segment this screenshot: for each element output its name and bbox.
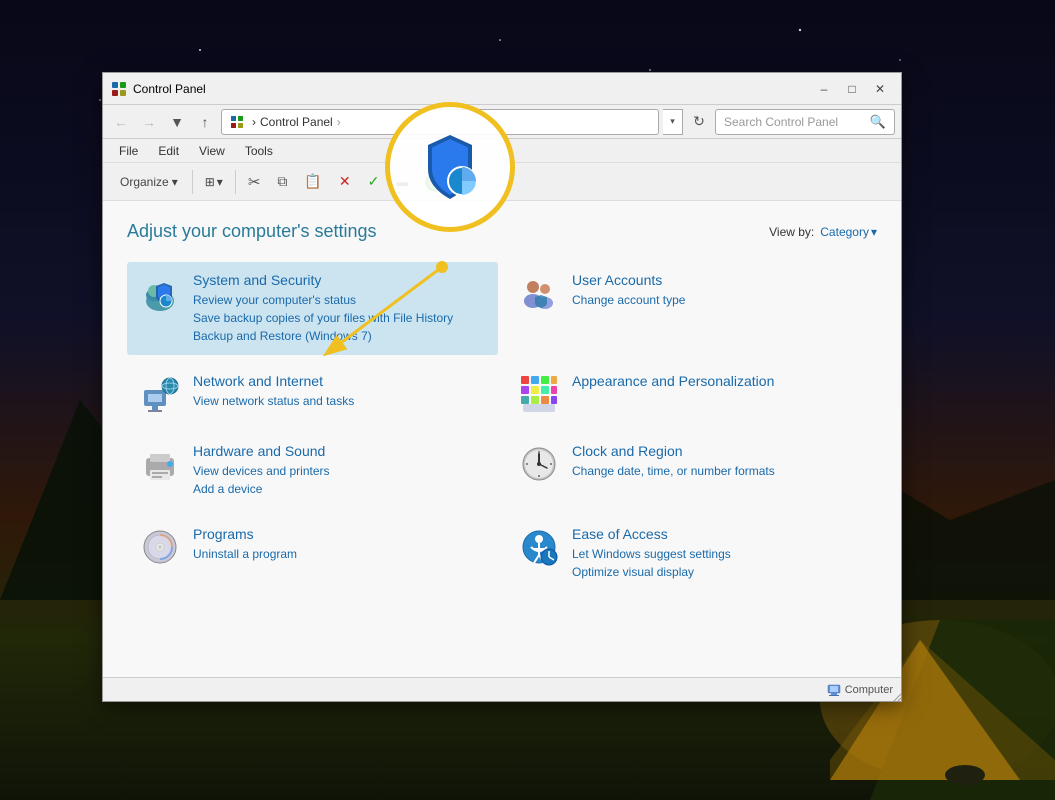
content-header: Adjust your computer's settings View by:… [127,221,877,242]
delete-button[interactable]: ✕ [332,167,358,197]
programs-content: Programs Uninstall a program [193,526,486,563]
content-title: Adjust your computer's settings [127,221,377,242]
breadcrumb-end: › [337,115,341,129]
hardware-link-2[interactable]: Add a device [193,480,486,498]
copy-button[interactable]: ⧉ [270,167,294,197]
categories-grid: System and Security Review your computer… [127,262,877,591]
content-area: Adjust your computer's settings View by:… [103,201,901,677]
appearance-content: Appearance and Personalization [572,373,865,392]
system-security-link-1[interactable]: Review your computer's status [193,291,486,309]
toolbar-separator-1 [192,170,193,194]
view-by-value[interactable]: Category ▾ [820,225,877,239]
cut-button[interactable]: ✂ [241,167,268,197]
organize-button[interactable]: Organize ▾ [111,167,187,197]
category-network-internet[interactable]: Network and Internet View network status… [127,363,498,425]
view-by-arrow: ▾ [871,225,877,239]
close-button[interactable]: ✕ [867,76,893,102]
forward-button[interactable]: → [137,110,161,134]
view-by-label: View by: [769,225,814,239]
network-title[interactable]: Network and Internet [193,373,486,389]
back-button[interactable]: ← [109,110,133,134]
search-icon: 🔍 [870,114,886,130]
system-security-link-3[interactable]: Backup and Restore (Windows 7) [193,327,486,345]
hardware-link-1[interactable]: View devices and printers [193,462,486,480]
user-accounts-link-1[interactable]: Change account type [572,291,865,309]
system-security-link-2[interactable]: Save backup copies of your files with Fi… [193,309,486,327]
organize-label: Organize [120,175,169,189]
view-arrow: ▾ [217,175,223,189]
menu-tools[interactable]: Tools [237,142,281,160]
search-field[interactable]: Search Control Panel 🔍 [715,109,895,135]
hardware-content: Hardware and Sound View devices and prin… [193,443,486,498]
window-icon [111,81,127,97]
paste-button[interactable]: 📋 [297,167,328,197]
search-placeholder: Search Control Panel [724,115,866,129]
properties-button[interactable]: ✓ [361,167,387,197]
clock-region-icon [518,443,560,485]
category-clock-region[interactable]: Clock and Region Change date, time, or n… [506,433,877,508]
minimize-button[interactable]: – [811,76,837,102]
callout-circle [385,102,515,232]
computer-icon [827,684,841,696]
status-text: Computer [845,684,893,696]
category-user-accounts[interactable]: User Accounts Change account type [506,262,877,355]
category-ease-access[interactable]: Ease of Access Let Windows suggest setti… [506,516,877,591]
category-hardware-sound[interactable]: Hardware and Sound View devices and prin… [127,433,498,508]
callout-shield-icon [410,127,490,207]
programs-title[interactable]: Programs [193,526,486,542]
ease-access-content: Ease of Access Let Windows suggest setti… [572,526,865,581]
ease-access-link-2[interactable]: Optimize visual display [572,563,865,581]
maximize-button[interactable]: □ [839,76,865,102]
window-controls: – □ ✕ [811,76,893,102]
organize-arrow: ▾ [172,175,178,189]
network-content: Network and Internet View network status… [193,373,486,410]
view-icon: ⊞ [205,175,215,189]
refresh-button[interactable]: ↻ [687,110,711,134]
breadcrumb-path: Control Panel [260,115,333,129]
status-computer: Computer [827,684,893,696]
title-bar: Control Panel – □ ✕ [103,73,901,105]
resize-handle[interactable] [889,689,901,701]
category-system-security[interactable]: System and Security Review your computer… [127,262,498,355]
programs-link-1[interactable]: Uninstall a program [193,545,486,563]
ease-access-title[interactable]: Ease of Access [572,526,865,542]
clock-content: Clock and Region Change date, time, or n… [572,443,865,480]
network-link-1[interactable]: View network status and tasks [193,392,486,410]
menu-file[interactable]: File [111,142,146,160]
system-security-content: System and Security Review your computer… [193,272,486,345]
view-by-control: View by: Category ▾ [769,225,877,239]
appearance-title[interactable]: Appearance and Personalization [572,373,865,389]
category-appearance[interactable]: Appearance and Personalization [506,363,877,425]
programs-icon [139,526,181,568]
category-programs[interactable]: Programs Uninstall a program [127,516,498,591]
toolbar-separator-2 [235,170,236,194]
breadcrumb-separator: › [252,115,256,129]
menu-edit[interactable]: Edit [150,142,187,160]
system-security-title[interactable]: System and Security [193,272,486,288]
user-accounts-icon [518,272,560,314]
system-security-icon [139,272,181,314]
menu-view[interactable]: View [191,142,233,160]
window-title: Control Panel [133,82,811,96]
appearance-icon [518,373,560,415]
hardware-title[interactable]: Hardware and Sound [193,443,486,459]
hardware-sound-icon [139,443,181,485]
history-button[interactable]: ▼ [165,110,189,134]
view-button[interactable]: ⊞ ▾ [198,167,230,197]
user-accounts-title[interactable]: User Accounts [572,272,865,288]
up-button[interactable]: ↑ [193,110,217,134]
address-dropdown[interactable]: ▾ [663,109,683,135]
clock-title[interactable]: Clock and Region [572,443,865,459]
status-bar: Computer [103,677,901,701]
clock-link-1[interactable]: Change date, time, or number formats [572,462,865,480]
ease-access-icon [518,526,560,568]
network-internet-icon [139,373,181,415]
ease-access-link-1[interactable]: Let Windows suggest settings [572,545,865,563]
user-accounts-content: User Accounts Change account type [572,272,865,309]
breadcrumb: › Control Panel › [230,115,341,129]
